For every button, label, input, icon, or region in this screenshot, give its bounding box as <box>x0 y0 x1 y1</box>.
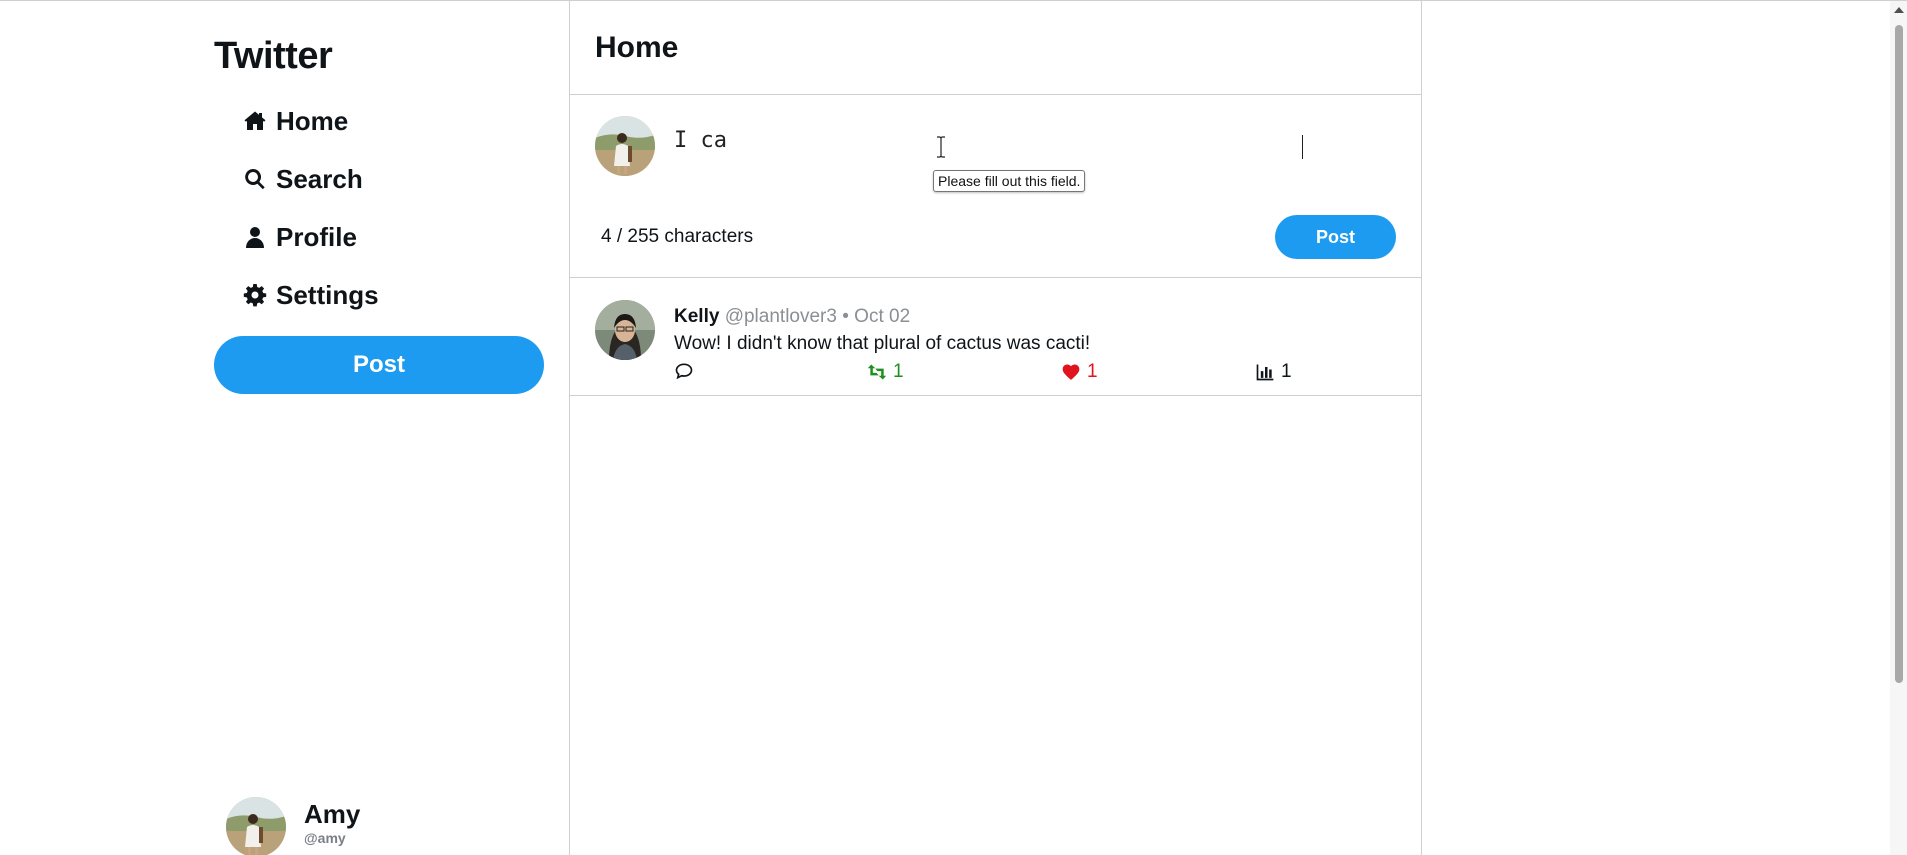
nav-item-search[interactable]: Search <box>242 159 363 199</box>
tweet-composer: Please fill out this field. 4 / 255 char… <box>570 95 1421 278</box>
text-caret <box>1302 135 1303 159</box>
tweet-text: Wow! I didn't know that plural of cactus… <box>674 333 1091 354</box>
heart-icon <box>1062 364 1080 380</box>
tweet-meta: Kelly @plantlover3 • Oct 02 <box>674 306 910 328</box>
nav-label-profile: Profile <box>276 221 357 252</box>
like-count: 1 <box>1087 361 1098 382</box>
retweet-icon <box>867 364 887 380</box>
like-button[interactable]: 1 <box>1061 361 1098 383</box>
search-icon <box>242 166 268 192</box>
character-count: 4 / 255 characters <box>601 226 754 247</box>
tweet-author[interactable]: Kelly <box>674 306 719 327</box>
views-count: 1 <box>1281 361 1292 382</box>
reply-button[interactable] <box>674 361 700 381</box>
nav-item-settings[interactable]: Settings <box>242 275 379 315</box>
composer-post-button[interactable]: Post <box>1275 215 1396 259</box>
tweet[interactable]: Kelly @plantlover3 • Oct 02 Wow! I didn'… <box>570 278 1421 396</box>
user-icon <box>242 224 268 250</box>
main-column: Home Please fill out <box>569 1 1422 855</box>
page-title: Home <box>570 1 1421 95</box>
scrollbar-thumb[interactable] <box>1895 25 1903 683</box>
brand-logo[interactable]: Twitter <box>214 35 333 78</box>
account-handle: @amy <box>304 830 346 846</box>
nav-item-profile[interactable]: Profile <box>242 217 357 257</box>
reply-icon <box>675 363 693 380</box>
sidebar-post-button[interactable]: Post <box>214 336 544 394</box>
tweet-handle: @plantlover3 <box>724 306 837 327</box>
retweet-count: 1 <box>893 361 904 382</box>
tweet-avatar[interactable] <box>595 300 655 360</box>
account-switcher[interactable]: Amy @amy <box>226 797 360 855</box>
tweet-separator: • <box>842 306 849 327</box>
bar-chart-icon <box>1256 364 1274 381</box>
views-button[interactable]: 1 <box>1255 361 1292 383</box>
nav-label-search: Search <box>276 163 363 194</box>
composer-avatar <box>595 116 655 176</box>
ibeam-cursor-icon <box>937 136 945 158</box>
home-icon <box>242 108 268 134</box>
sidebar: Twitter Home Search Profile Settings Pos… <box>0 1 570 855</box>
nav-label-home: Home <box>276 105 349 136</box>
nav-item-home[interactable]: Home <box>242 101 348 141</box>
avatar <box>226 797 286 855</box>
scrollbar[interactable] <box>1890 1 1907 855</box>
validation-tooltip: Please fill out this field. <box>933 170 1086 192</box>
account-name: Amy <box>304 799 361 829</box>
compose-input[interactable] <box>674 115 1374 165</box>
page: Twitter Home Search Profile Settings Pos… <box>0 0 1907 855</box>
tweet-date: Oct 02 <box>854 306 911 327</box>
gear-icon <box>242 282 268 308</box>
retweet-button[interactable]: 1 <box>867 361 904 383</box>
nav-label-settings: Settings <box>276 279 379 310</box>
scroll-up-arrow-icon[interactable] <box>1894 7 1904 13</box>
